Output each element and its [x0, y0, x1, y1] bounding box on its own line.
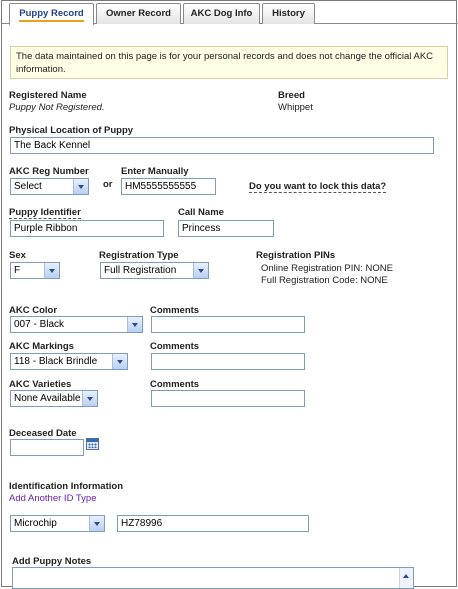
- id-type-selected: Microchip: [14, 518, 57, 529]
- lock-data-link-text: Do you want to lock this data?: [249, 181, 387, 193]
- akc-varieties-comments-input[interactable]: [151, 390, 305, 407]
- deceased-date-input[interactable]: [10, 439, 84, 456]
- akc-markings-comments-input[interactable]: [151, 353, 305, 370]
- akc-color-select[interactable]: 007 - Black: [10, 316, 143, 333]
- registered-name-label: Registered Name: [9, 90, 87, 101]
- tab-puppy-record[interactable]: Puppy Record: [9, 3, 94, 25]
- puppy-identifier-label-text: Puppy Identifier: [9, 207, 81, 219]
- breed-value: Whippet: [278, 102, 313, 113]
- chevron-down-icon: [89, 516, 104, 531]
- info-notice: The data maintained on this page is for …: [10, 46, 448, 79]
- physical-location-label: Physical Location of Puppy: [9, 125, 134, 136]
- akc-markings-selected: 118 - Black Brindle: [14, 356, 98, 367]
- puppy-identifier-label: Puppy Identifier: [9, 207, 81, 219]
- sex-select[interactable]: F: [10, 262, 60, 279]
- akc-markings-comments-label: Comments: [150, 341, 200, 352]
- puppy-notes-textarea[interactable]: [12, 567, 414, 589]
- akc-varieties-label: AKC Varieties: [9, 379, 72, 390]
- tab-owner-record-label: Owner Record: [106, 8, 171, 19]
- chevron-down-icon: [82, 391, 97, 406]
- chevron-down-icon: [44, 263, 59, 278]
- tab-history-label: History: [272, 8, 305, 19]
- tab-owner-record[interactable]: Owner Record: [96, 3, 181, 24]
- deceased-date-label: Deceased Date: [9, 428, 77, 439]
- call-name-label: Call Name: [178, 207, 224, 218]
- registration-pins-label: Registration PINs: [256, 250, 336, 261]
- tab-bar: Puppy Record Owner Record AKC Dog Info H…: [2, 3, 458, 25]
- akc-color-selected: 007 - Black: [14, 319, 65, 330]
- notes-scrollbar[interactable]: [399, 568, 413, 588]
- add-id-type-link[interactable]: Add Another ID Type: [9, 493, 97, 504]
- tab-history[interactable]: History: [262, 3, 315, 24]
- tab-akc-dog-info[interactable]: AKC Dog Info: [183, 3, 260, 24]
- akc-color-comments-input[interactable]: [151, 316, 305, 333]
- identification-label: Identification Information: [9, 481, 123, 492]
- or-text: or: [103, 179, 113, 190]
- registration-type-label: Registration Type: [99, 250, 179, 261]
- akc-markings-label: AKC Markings: [9, 341, 74, 352]
- registration-type-selected: Full Registration: [104, 265, 177, 276]
- breed-label: Breed: [278, 90, 305, 101]
- akc-color-comments-label: Comments: [150, 305, 200, 316]
- id-type-select[interactable]: Microchip: [10, 515, 105, 532]
- physical-location-input[interactable]: The Back Kennel: [10, 137, 434, 154]
- registration-type-select[interactable]: Full Registration: [100, 262, 209, 279]
- chevron-down-icon: [73, 179, 88, 194]
- lock-data-link[interactable]: Do you want to lock this data?: [249, 181, 387, 193]
- enter-manually-label: Enter Manually: [121, 166, 189, 177]
- tab-akc-dog-info-label: AKC Dog Info: [190, 8, 253, 19]
- sex-selected: F: [14, 265, 21, 276]
- call-name-input[interactable]: Princess: [178, 220, 274, 237]
- chevron-down-icon: [127, 317, 142, 332]
- online-registration-pin: Online Registration PIN: NONE: [261, 263, 393, 274]
- akc-reg-number-label: AKC Reg Number: [9, 166, 89, 177]
- akc-varieties-select[interactable]: None Available: [10, 390, 98, 407]
- akc-varieties-comments-label: Comments: [150, 379, 200, 390]
- chevron-down-icon: [112, 354, 127, 369]
- akc-reg-number-selected: Select: [14, 181, 42, 192]
- chevron-down-icon: [193, 263, 208, 278]
- puppy-notes-label: Add Puppy Notes: [12, 556, 92, 567]
- tab-puppy-record-label: Puppy Record: [19, 8, 84, 22]
- sex-label: Sex: [9, 250, 26, 261]
- akc-markings-select[interactable]: 118 - Black Brindle: [10, 353, 128, 370]
- akc-color-label: AKC Color: [9, 305, 58, 316]
- puppy-identifier-input[interactable]: Purple Ribbon: [10, 220, 164, 237]
- calendar-icon[interactable]: [86, 438, 99, 450]
- akc-varieties-selected: None Available: [14, 393, 81, 404]
- full-registration-code: Full Registration Code: NONE: [261, 275, 388, 286]
- puppy-record-panel: Puppy Record Owner Record AKC Dog Info H…: [1, 0, 458, 589]
- id-value-input[interactable]: HZ78996: [117, 515, 309, 532]
- registered-name-value: Puppy Not Registered.: [9, 102, 105, 113]
- enter-manually-input[interactable]: HM5555555555: [121, 178, 216, 195]
- akc-reg-number-select[interactable]: Select: [10, 178, 89, 195]
